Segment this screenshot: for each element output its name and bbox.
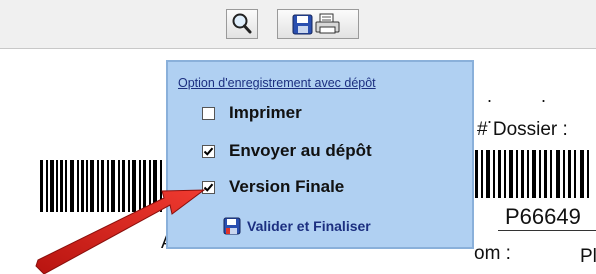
annotation-arrow [35, 189, 206, 274]
